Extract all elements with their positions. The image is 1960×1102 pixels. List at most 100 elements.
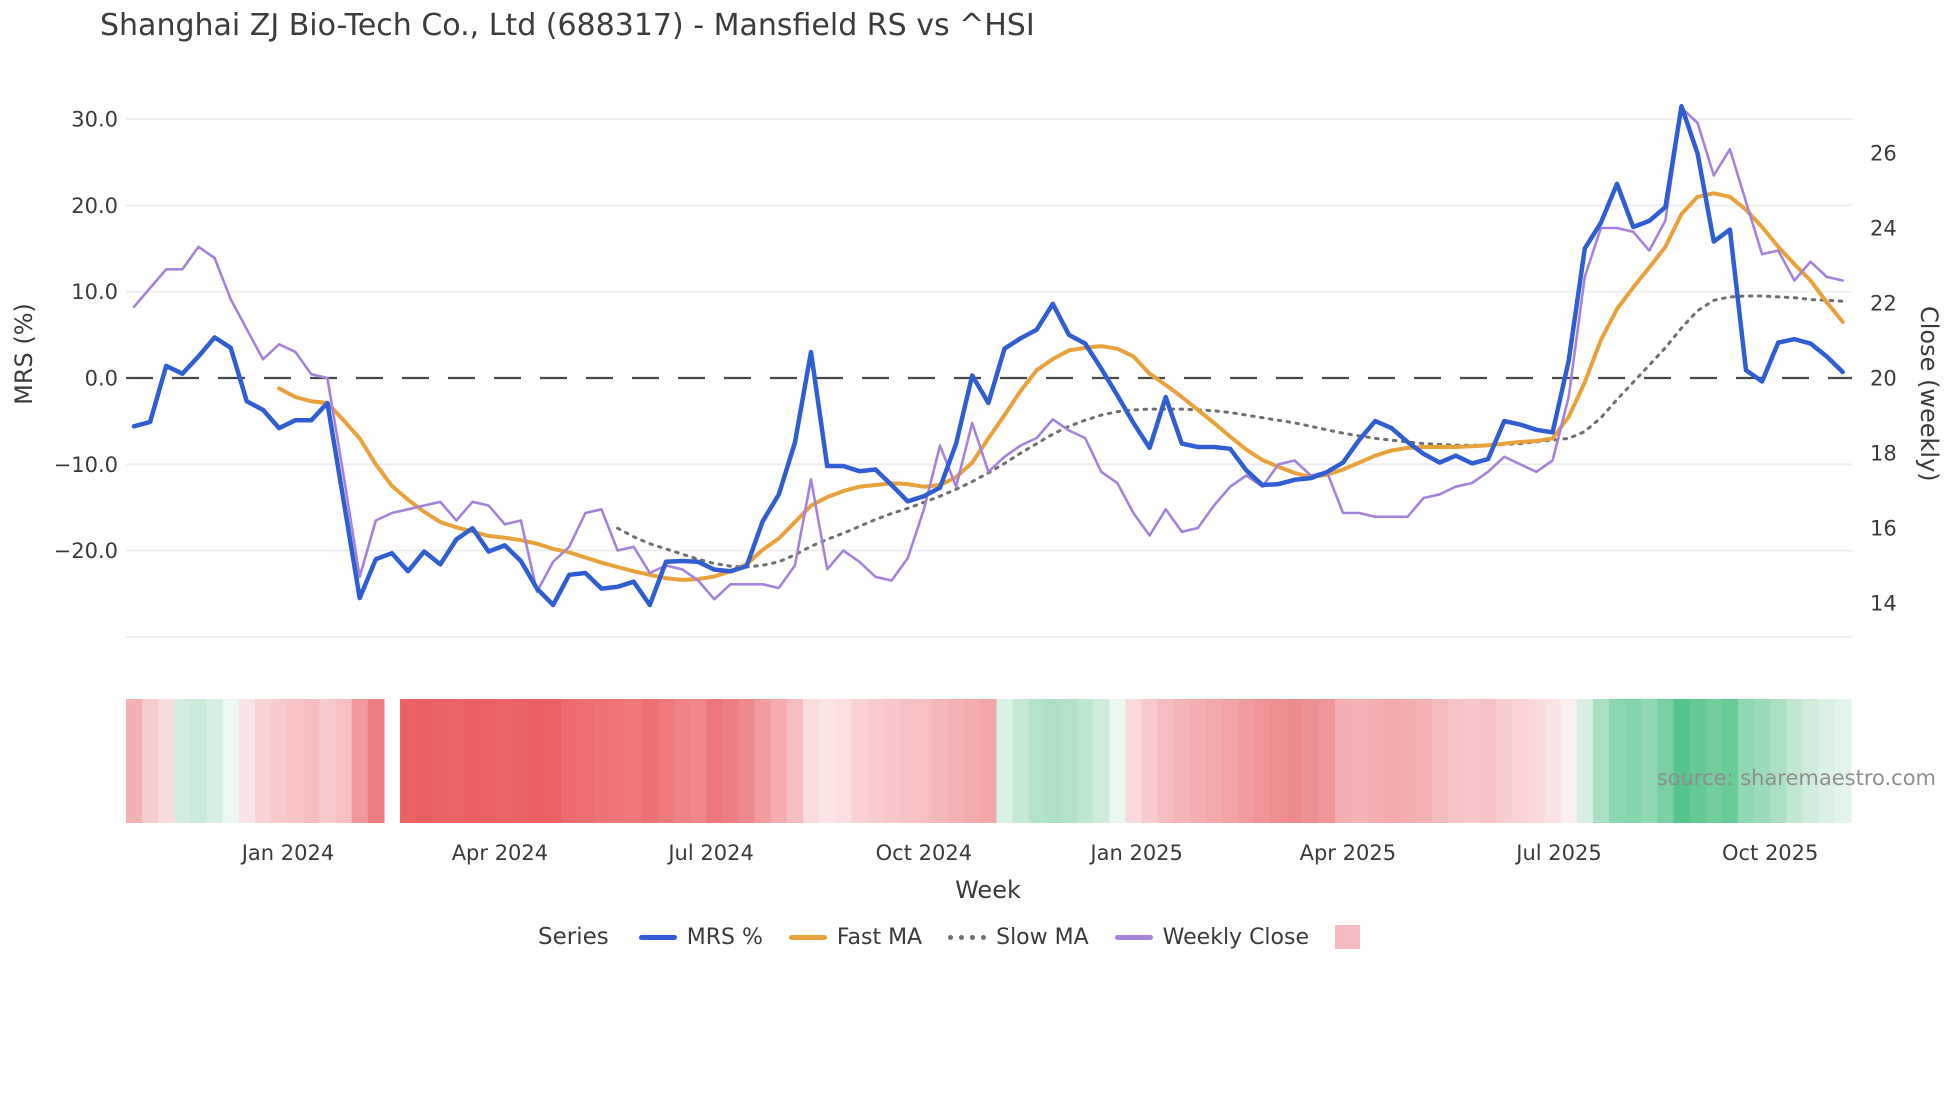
heatmap-cell <box>1754 699 1771 823</box>
legend-label-fast-ma: Fast MA <box>837 925 922 950</box>
heatmap-cell <box>1593 699 1610 823</box>
heatmap-cell <box>1738 699 1755 823</box>
heatmap-cell <box>1641 699 1658 823</box>
heatmap-cell <box>964 699 981 823</box>
heatmap-cell <box>319 699 336 823</box>
legend: Series MRS % Fast MA Slow MA Weekly Clos… <box>538 924 1360 950</box>
y-left-tick-label: −20.0 <box>54 539 118 563</box>
heatmap-cell <box>545 699 562 823</box>
heatmap-cell <box>1786 699 1803 823</box>
heatmap-cell <box>1561 699 1578 823</box>
y-right-tick-label: 20 <box>1870 367 1897 391</box>
heatmap-cell <box>1690 699 1707 823</box>
heatmap-cell <box>722 699 739 823</box>
heatmap-cell <box>1125 699 1142 823</box>
heatmap-cell <box>1383 699 1400 823</box>
heatmap-cell <box>271 699 288 823</box>
heatmap-cell <box>948 699 965 823</box>
heatmap-cell <box>996 699 1013 823</box>
heatmap-cell <box>1287 699 1304 823</box>
source-watermark: source: sharemaestro.com <box>1500 766 1936 790</box>
heatmap-cell <box>1029 699 1046 823</box>
heatmap-cell <box>835 699 852 823</box>
mrs-line-swatch <box>639 935 677 940</box>
heatmap-cell <box>126 699 143 823</box>
heatmap-cell <box>787 699 804 823</box>
heatmap-cell <box>1706 699 1723 823</box>
heatmap-cell <box>1319 699 1336 823</box>
legend-title: Series <box>538 924 609 950</box>
heatmap-cell <box>1496 699 1513 823</box>
heatmap-cell <box>336 699 353 823</box>
heatmap-cell <box>819 699 836 823</box>
heatmap-cell <box>1351 699 1368 823</box>
x-tick-label: Apr 2025 <box>1300 841 1396 865</box>
heatmap-cell <box>1254 699 1271 823</box>
heatmap-cell <box>400 699 417 823</box>
heatmap-cell <box>1416 699 1433 823</box>
heatmap-cell <box>448 699 465 823</box>
y-left-tick-label: 0.0 <box>85 367 118 391</box>
heatmap-cell <box>368 699 385 823</box>
heatmap-cell <box>255 699 272 823</box>
heatmap-cell <box>1657 699 1674 823</box>
x-tick-label: Jan 2025 <box>1088 841 1183 865</box>
x-tick-label: Oct 2024 <box>876 841 972 865</box>
legend-item-weekly-close: Weekly Close <box>1115 925 1309 950</box>
heatmap-cell <box>1222 699 1239 823</box>
x-axis-label: Week <box>938 876 1038 904</box>
y-left-tick-label: 10.0 <box>71 280 118 304</box>
mrs--line <box>134 106 1843 605</box>
weekly-close-line-swatch <box>1115 935 1153 940</box>
heatmap-cell <box>755 699 772 823</box>
x-tick-label: Apr 2024 <box>452 841 548 865</box>
heatmap-cell <box>1448 699 1465 823</box>
heatmap-cell <box>1077 699 1094 823</box>
legend-item-mrs: MRS % <box>639 925 763 950</box>
heatmap-cell <box>739 699 756 823</box>
heatmap-cell <box>1528 699 1545 823</box>
y-right-tick-label: 18 <box>1870 442 1897 466</box>
heatmap-cell <box>1190 699 1207 823</box>
heatmap-cell <box>1722 699 1739 823</box>
heatmap-cell <box>690 699 707 823</box>
y-right-tick-label: 14 <box>1870 592 1897 616</box>
y-axis-right-label: Close (weekly) <box>1915 306 1943 464</box>
heatmap-cell <box>1303 699 1320 823</box>
heatmap-cell <box>771 699 788 823</box>
heatmap-cell <box>239 699 256 823</box>
heatmap-cell <box>868 699 885 823</box>
y-right-tick-label: 22 <box>1870 292 1897 316</box>
heatmap-cell <box>1335 699 1352 823</box>
heatmap-cell <box>1271 699 1288 823</box>
heatmap-cell <box>1061 699 1078 823</box>
y-right-tick-label: 16 <box>1870 517 1897 541</box>
heatmap-cell <box>1206 699 1223 823</box>
y-left-tick-label: −10.0 <box>54 453 118 477</box>
heatmap-cell <box>561 699 578 823</box>
heatmap-cell <box>1835 699 1852 823</box>
heatmap-cell <box>1238 699 1255 823</box>
heatmap-cell <box>706 699 723 823</box>
heatmap-cell <box>851 699 868 823</box>
heatmap-cell <box>1545 699 1562 823</box>
heatmap-cell <box>497 699 514 823</box>
weekly-close-line <box>134 108 1843 599</box>
heatmap-cell <box>1109 699 1126 823</box>
legend-label-slow-ma: Slow MA <box>996 925 1089 950</box>
heatmap-cell <box>1819 699 1836 823</box>
heatmap-cell <box>1093 699 1110 823</box>
heatmap-cell <box>465 699 482 823</box>
heatmap-cell <box>642 699 659 823</box>
heatmap-cell <box>1512 699 1529 823</box>
heatmap-cell <box>1802 699 1819 823</box>
x-tick-label: Jul 2024 <box>666 841 753 865</box>
heatmap-swatch <box>1335 925 1360 949</box>
heatmap-cell <box>916 699 933 823</box>
heatmap-cell <box>142 699 159 823</box>
heatmap-cell <box>432 699 449 823</box>
heatmap-cell <box>626 699 643 823</box>
heatmap-cell <box>803 699 820 823</box>
heatmap-cell <box>223 699 240 823</box>
heatmap-cell <box>1174 699 1191 823</box>
